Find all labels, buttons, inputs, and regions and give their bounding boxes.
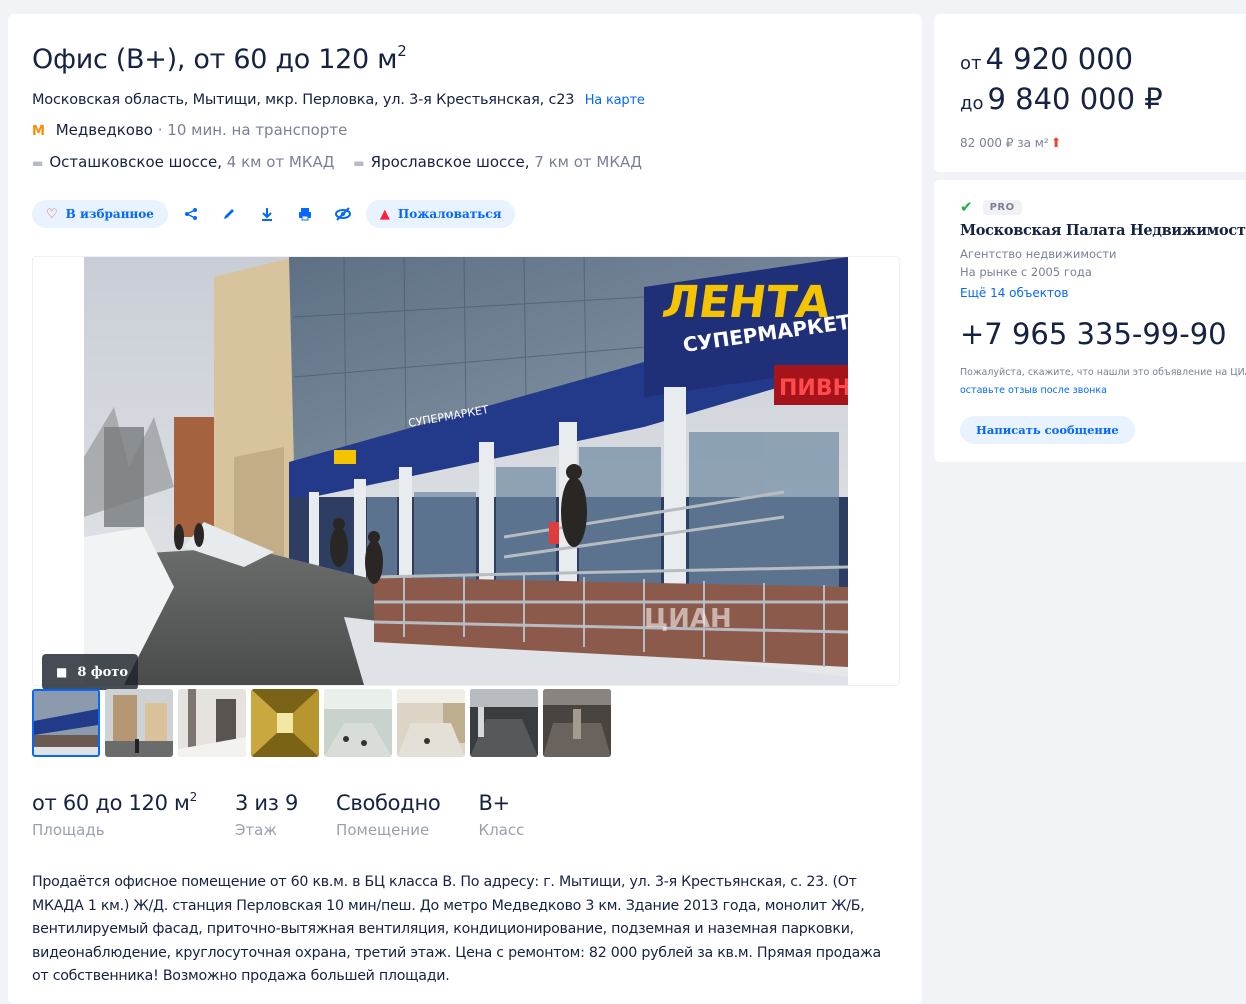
agent-name[interactable]: Московская Палата Недвижимости — [960, 222, 1246, 239]
address-text: Московская область, Мытищи, мкр. Перловк… — [32, 92, 575, 108]
thumbnail[interactable] — [324, 689, 392, 757]
metro-station[interactable]: Медведково — [56, 121, 153, 139]
metro-info: Ⅿ Медведково · 10 мин. на транспорте — [32, 121, 347, 139]
agent-card: ✔ PRO Московская Палата Недвижимости Аге… — [934, 180, 1246, 462]
agent-badges: ✔ PRO — [960, 198, 1022, 216]
fact-floor: 3 из 9 Этаж — [234, 791, 299, 839]
price-from: от 4 920 000 — [960, 42, 1134, 76]
photo-count-badge[interactable]: ■ 8 фото — [42, 654, 138, 690]
agent-since: На рынке с 2005 года — [960, 265, 1092, 279]
highway-item: ▬ Ярославское шоссе, 7 км от МКАД — [353, 153, 643, 171]
key-facts: от 60 до 120 м2 Площадь 3 из 9 Этаж Своб… — [32, 790, 562, 839]
address: Московская область, Мытищи, мкр. Перловк… — [32, 92, 645, 108]
fact-area: от 60 до 120 м2 Площадь — [32, 790, 197, 839]
print-button[interactable] — [290, 200, 320, 228]
price-per-meter: 82 000 ₽ за м² ⬆ — [960, 136, 1062, 151]
report-button[interactable]: ▲ Пожаловаться — [365, 200, 516, 228]
thumbnail[interactable] — [32, 689, 100, 757]
price-card: от 4 920 000 до 9 840 000 ₽ 82 000 ₽ за м²… — [934, 14, 1246, 172]
favorite-button[interactable]: ♡ В избранное — [32, 200, 168, 228]
thumbnail[interactable] — [251, 689, 319, 757]
agent-type: Агентство недвижимости — [960, 247, 1117, 261]
road-icon: ▬ — [32, 156, 44, 170]
page-title: Офис (В+), от 60 до 120 м2 — [32, 42, 407, 75]
thumbnail[interactable] — [397, 689, 465, 757]
photo-gallery[interactable]: ЛЕНТА СУПЕРМАРКЕТ СУПЕРМАРКЕТ ПИВН ЦИАН — [32, 256, 900, 686]
call-hint: Пожалуйста, скажите, что нашли это объяв… — [960, 367, 1246, 396]
leave-review-link[interactable]: оставьте отзыв после звонка — [960, 385, 1107, 396]
agent-more-link[interactable]: Ещё 14 объектов — [960, 286, 1068, 300]
price-up-icon[interactable]: ⬆ — [1051, 136, 1062, 151]
metro-time: · 10 мин. на транспорте — [157, 121, 348, 139]
description: Продаётся офисное помещение от 60 кв.м. … — [32, 874, 881, 984]
thumbnail[interactable] — [105, 689, 173, 757]
write-message-button[interactable]: Написать сообщение — [960, 416, 1135, 444]
hide-button[interactable] — [328, 200, 358, 228]
road-icon: ▬ — [353, 156, 365, 170]
heart-icon: ♡ — [46, 206, 58, 222]
svg-text:ЦИАН: ЦИАН — [644, 604, 732, 634]
thumbnail[interactable] — [178, 689, 246, 757]
print-icon — [298, 208, 311, 221]
listing-card: Офис (В+), от 60 до 120 м2 Московская об… — [8, 14, 922, 1004]
edit-icon — [223, 209, 234, 219]
warning-icon: ▲ — [379, 206, 390, 222]
camera-icon: ■ — [56, 665, 68, 679]
download-button[interactable] — [252, 200, 282, 228]
highways: ▬ Осташковское шоссе, 4 км от МКАД ▬ Яросл… — [32, 153, 656, 171]
thumbnail[interactable] — [543, 689, 611, 757]
metro-m-icon: Ⅿ — [32, 124, 45, 139]
highway-item: ▬ Осташковское шоссе, 4 км от МКАД — [32, 153, 335, 171]
thumbnail[interactable] — [470, 689, 538, 757]
share-button[interactable] — [176, 200, 206, 228]
map-link[interactable]: На карте — [585, 93, 645, 108]
fact-class: B+ Класс — [478, 791, 525, 839]
verified-shield-icon: ✔ — [960, 198, 973, 216]
share-icon — [184, 208, 197, 220]
edit-button[interactable] — [214, 200, 244, 228]
action-bar: ♡ В избранное ▲ Пожаловаться — [32, 200, 516, 228]
phone-number[interactable]: +7 965 335-99-90 — [960, 317, 1227, 351]
pro-badge: PRO — [982, 199, 1022, 215]
fact-premises: Свободно Помещение — [336, 791, 441, 839]
svg-text:ПИВН: ПИВН — [779, 376, 848, 401]
main-photo[interactable]: ЛЕНТА СУПЕРМАРКЕТ СУПЕРМАРКЕТ ПИВН ЦИАН — [84, 257, 848, 685]
download-icon — [261, 208, 272, 221]
price-to: до 9 840 000 ₽ — [960, 82, 1163, 116]
hide-icon — [334, 207, 351, 221]
thumbnail-strip — [32, 689, 611, 757]
